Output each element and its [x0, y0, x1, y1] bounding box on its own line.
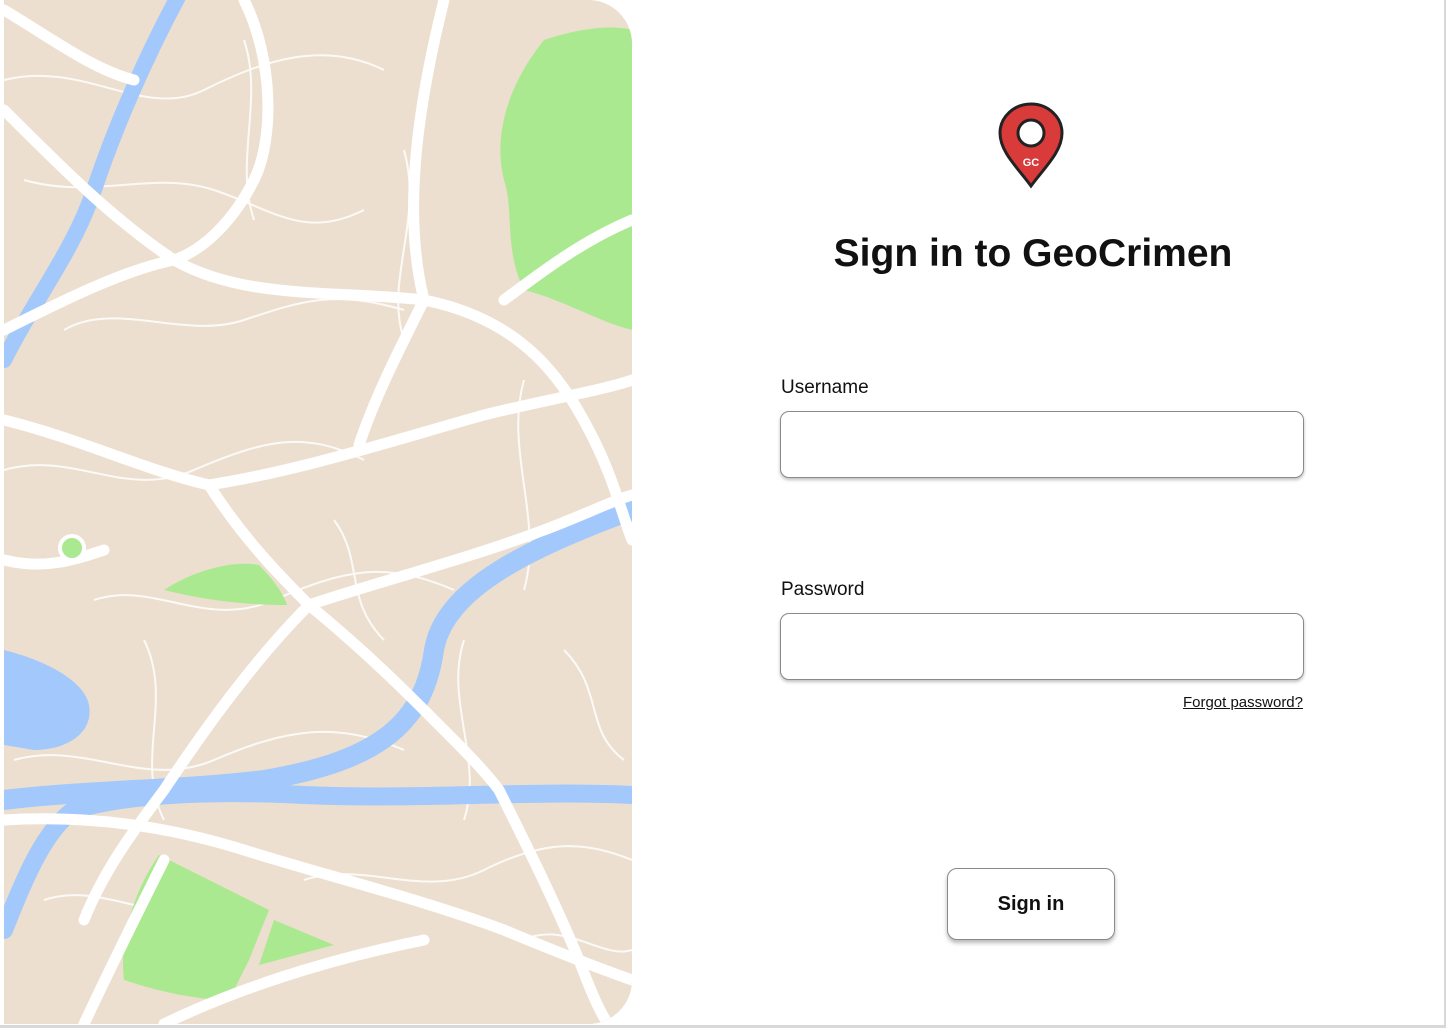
username-label: Username [781, 377, 869, 398]
password-label: Password [781, 579, 865, 600]
logo-text: GC [1023, 157, 1040, 169]
map-illustration [4, 0, 632, 1024]
forgot-password-link[interactable]: Forgot password? [1100, 694, 1303, 711]
sign-in-button[interactable]: Sign in [947, 868, 1115, 940]
username-input[interactable] [780, 411, 1304, 478]
map-pin-icon: GC [996, 100, 1066, 190]
page-title: Sign in to GeoCrimen [833, 232, 1233, 275]
password-input[interactable] [780, 613, 1304, 680]
